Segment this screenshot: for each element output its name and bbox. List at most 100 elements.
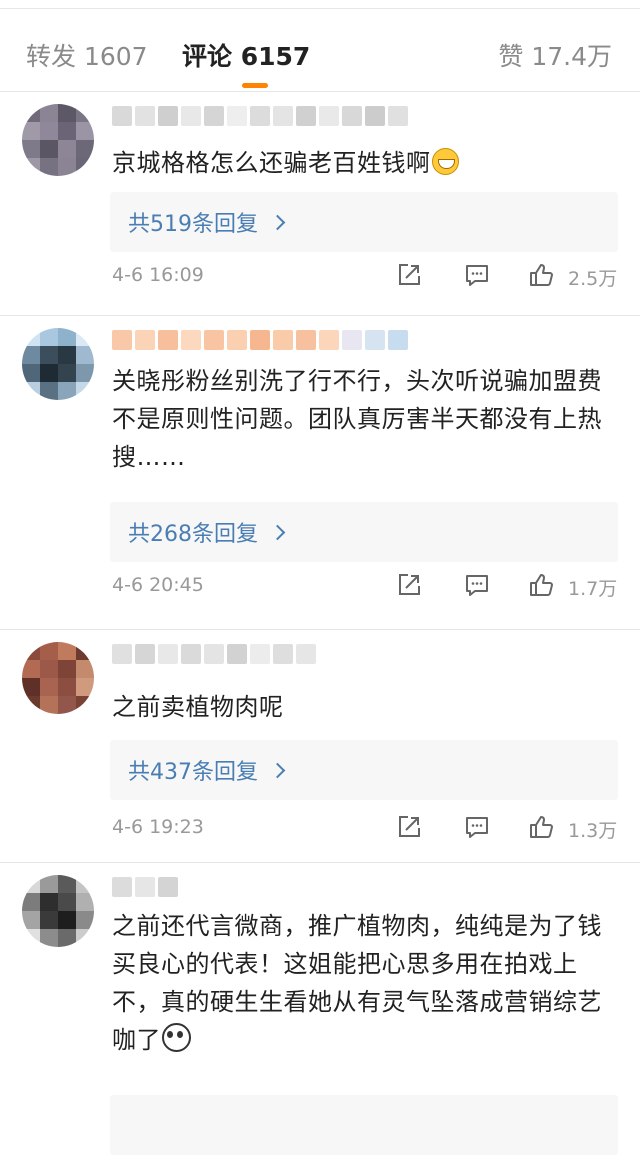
username-pixel: [135, 644, 155, 664]
tab-repost-count: 1607: [83, 42, 148, 71]
replies-count-label: 共268条回复: [128, 522, 258, 547]
username-pixel: [365, 106, 385, 126]
active-tab-indicator: [242, 83, 268, 88]
tab-likes[interactable]: 赞 17.4万: [498, 37, 612, 73]
avatar-pixel: [40, 364, 58, 382]
avatar-pixel: [40, 158, 58, 176]
avatar-pixel: [58, 122, 76, 140]
username-pixel: [250, 330, 270, 350]
username-pixel: [112, 644, 132, 664]
username-pixel: [227, 330, 247, 350]
username-pixel: [273, 106, 293, 126]
avatar-pixel: [58, 911, 76, 929]
avatar-pixel: [58, 642, 76, 660]
username-pixel: [227, 106, 247, 126]
view-replies-button[interactable]: 共437条回复: [110, 740, 618, 800]
avatar-pixel: [58, 696, 76, 714]
username-pixel: [388, 106, 408, 126]
username-blurred[interactable]: [112, 877, 178, 901]
panda-emoji-icon: [162, 1023, 191, 1052]
avatar-pixel: [40, 678, 58, 696]
avatar-pixel: [76, 678, 94, 696]
like-icon[interactable]: [528, 262, 554, 288]
tab-likes-count: 17.4万: [531, 42, 612, 71]
avatar-pixel: [40, 696, 58, 714]
repost-icon[interactable]: [396, 572, 422, 598]
repost-icon[interactable]: [396, 262, 422, 288]
username-pixel: [296, 644, 316, 664]
tab-repost[interactable]: 转发 1607: [26, 37, 148, 73]
comment-item: 之前还代言微商，推广植物肉，纯纯是为了钱买良心的代表！这姐能把心思多用在拍戏上不…: [0, 863, 640, 1155]
username-pixel: [158, 877, 178, 897]
username-pixel: [135, 877, 155, 897]
avatar-pixel: [22, 875, 40, 893]
avatar-pixel: [76, 346, 94, 364]
comment-icon[interactable]: [464, 572, 490, 598]
avatar-pixel: [22, 364, 40, 382]
username-pixel: [250, 106, 270, 126]
avatar-pixel: [76, 929, 94, 947]
avatar-pixel: [76, 660, 94, 678]
avatar[interactable]: [22, 328, 94, 400]
top-divider: [0, 0, 640, 9]
comment-text: 之前卖植物肉呢: [112, 693, 284, 721]
avatar-pixel: [40, 660, 58, 678]
like-icon[interactable]: [528, 572, 554, 598]
avatar-pixel: [22, 696, 40, 714]
username-blurred[interactable]: [112, 330, 408, 354]
avatar-pixel: [40, 929, 58, 947]
avatar-pixel: [40, 122, 58, 140]
avatar[interactable]: [22, 642, 94, 714]
username-pixel: [112, 106, 132, 126]
username-pixel: [158, 330, 178, 350]
avatar-pixel: [58, 678, 76, 696]
avatar-pixel: [76, 328, 94, 346]
comment-text: 关晓彤粉丝别洗了行不行，头次听说骗加盟费不是原则性问题。团队真厉害半天都没有上热…: [112, 367, 602, 471]
avatar-pixel: [76, 364, 94, 382]
comment-footer: 4-6 19:23 1.3万: [112, 814, 622, 844]
avatar-pixel: [76, 140, 94, 158]
comment-footer: 4-6 20:45 1.7万: [112, 572, 622, 602]
avatar-pixel: [58, 875, 76, 893]
username-pixel: [112, 330, 132, 350]
comment-time: 4-6 20:45: [112, 574, 204, 596]
comment-icon[interactable]: [464, 814, 490, 840]
tab-comments[interactable]: 评论 6157: [182, 37, 310, 73]
like-icon[interactable]: [528, 814, 554, 840]
comment-time: 4-6 19:23: [112, 816, 204, 838]
username-pixel: [204, 644, 224, 664]
like-count: 1.3万: [568, 820, 618, 842]
avatar-pixel: [22, 911, 40, 929]
avatar[interactable]: [22, 104, 94, 176]
avatar-pixel: [22, 328, 40, 346]
comment-icon[interactable]: [464, 262, 490, 288]
avatar-pixel: [58, 328, 76, 346]
avatar-pixel: [76, 642, 94, 660]
username-pixel: [273, 330, 293, 350]
avatar-pixel: [40, 911, 58, 929]
avatar-pixel: [40, 104, 58, 122]
replies-count-label: 共519条回复: [128, 212, 258, 237]
avatar-pixel: [58, 140, 76, 158]
username-pixel: [342, 106, 362, 126]
username-pixel: [365, 330, 385, 350]
avatar[interactable]: [22, 875, 94, 947]
username-pixel: [342, 330, 362, 350]
username-pixel: [204, 106, 224, 126]
username-pixel: [319, 330, 339, 350]
tab-likes-label: 赞: [498, 42, 524, 71]
avatar-pixel: [40, 382, 58, 400]
username-blurred[interactable]: [112, 644, 316, 668]
grinning-sweat-emoji-icon: [431, 148, 459, 175]
avatar-pixel: [40, 346, 58, 364]
username-pixel: [319, 106, 339, 126]
view-replies-button[interactable]: 共519条回复: [110, 192, 618, 252]
view-replies-button[interactable]: 共268条回复: [110, 502, 618, 562]
username-pixel: [158, 106, 178, 126]
username-blurred[interactable]: [112, 106, 408, 130]
repost-icon[interactable]: [396, 814, 422, 840]
username-pixel: [181, 330, 201, 350]
avatar-pixel: [76, 893, 94, 911]
tab-comments-count: 6157: [240, 42, 311, 71]
view-replies-button[interactable]: [110, 1095, 618, 1155]
